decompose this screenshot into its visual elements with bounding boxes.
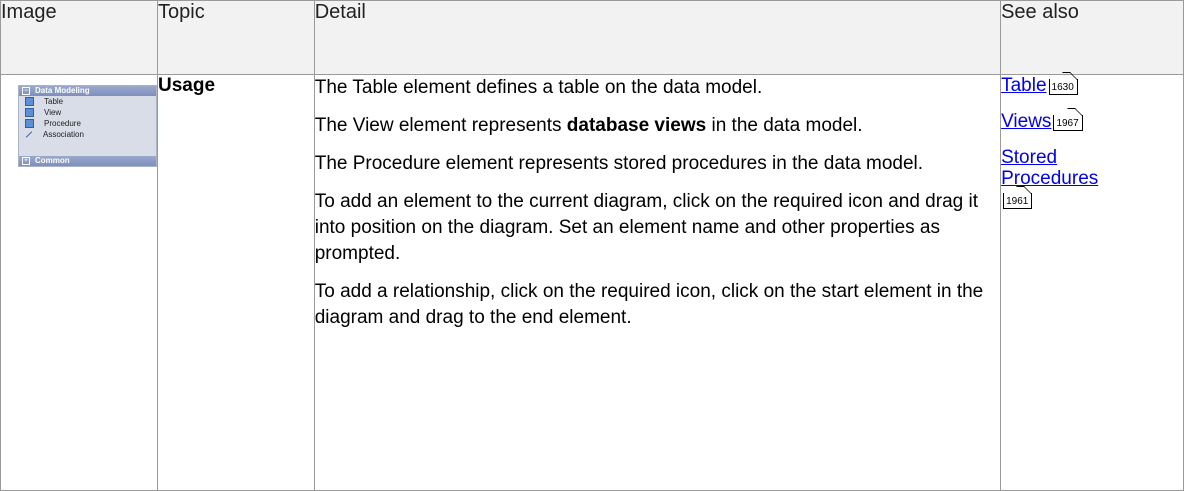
toolbox-header: − Data Modeling	[19, 86, 156, 96]
table-row: − Data Modeling Table View Procedure Ass…	[0, 74, 1184, 491]
header-topic: Topic	[157, 0, 315, 75]
detail-cell: The Table element defines a table on the…	[313, 74, 1002, 491]
image-cell: − Data Modeling Table View Procedure Ass…	[0, 74, 158, 491]
table-icon	[25, 97, 34, 106]
view-icon	[25, 108, 34, 117]
toolbox-footer-label: Common	[35, 156, 70, 165]
detail-paragraph: The View element represents database vie…	[314, 115, 863, 136]
toolbox-title: Data Modeling	[35, 86, 90, 95]
toolbox-image: − Data Modeling Table View Procedure Ass…	[18, 85, 157, 167]
bold-term: database views	[566, 115, 707, 136]
page-ref-icon[interactable]: 1961	[1003, 193, 1033, 209]
see-also-link-views[interactable]: Views	[1001, 111, 1051, 132]
collapse-icon: −	[22, 87, 30, 95]
header-row: Image Topic Detail See also	[0, 0, 1184, 75]
association-icon	[25, 131, 33, 138]
detail-paragraph: The Procedure element represents stored …	[314, 153, 924, 174]
toolbox-footer: + Common	[19, 156, 156, 166]
toolbox-item: Association	[19, 129, 156, 140]
content-table: Image Topic Detail See also − Data Model…	[0, 0, 1184, 491]
detail-paragraph: The Table element defines a table on the…	[314, 77, 763, 98]
topic-cell: Usage	[157, 74, 315, 491]
procedure-icon	[25, 119, 34, 128]
header-see-also: See also	[1000, 0, 1184, 75]
see-also-cell: Table 1630 Views 1967 Stored Procedures 196…	[1000, 74, 1184, 491]
see-also-ref: Table 1630	[1001, 75, 1183, 96]
see-also-ref: Stored Procedures 1961	[1001, 147, 1183, 210]
header-detail: Detail	[313, 0, 1002, 75]
see-also-link-table[interactable]: Table	[1001, 75, 1046, 96]
detail-paragraph: To add a relationship, click on the requ…	[314, 281, 984, 328]
page-ref-icon[interactable]: 1630	[1048, 79, 1078, 95]
expand-icon: +	[22, 157, 30, 165]
detail-paragraph: To add an element to the current diagram…	[314, 191, 978, 264]
toolbox-item: Table	[19, 96, 156, 107]
see-also-ref: Views 1967	[1001, 111, 1183, 132]
see-also-link-stored-procedures[interactable]: Stored Procedures	[1001, 147, 1141, 189]
page-ref-icon[interactable]: 1967	[1053, 115, 1083, 131]
toolbox-item: Procedure	[19, 118, 156, 129]
toolbox-item: View	[19, 107, 156, 118]
header-image: Image	[0, 0, 158, 75]
